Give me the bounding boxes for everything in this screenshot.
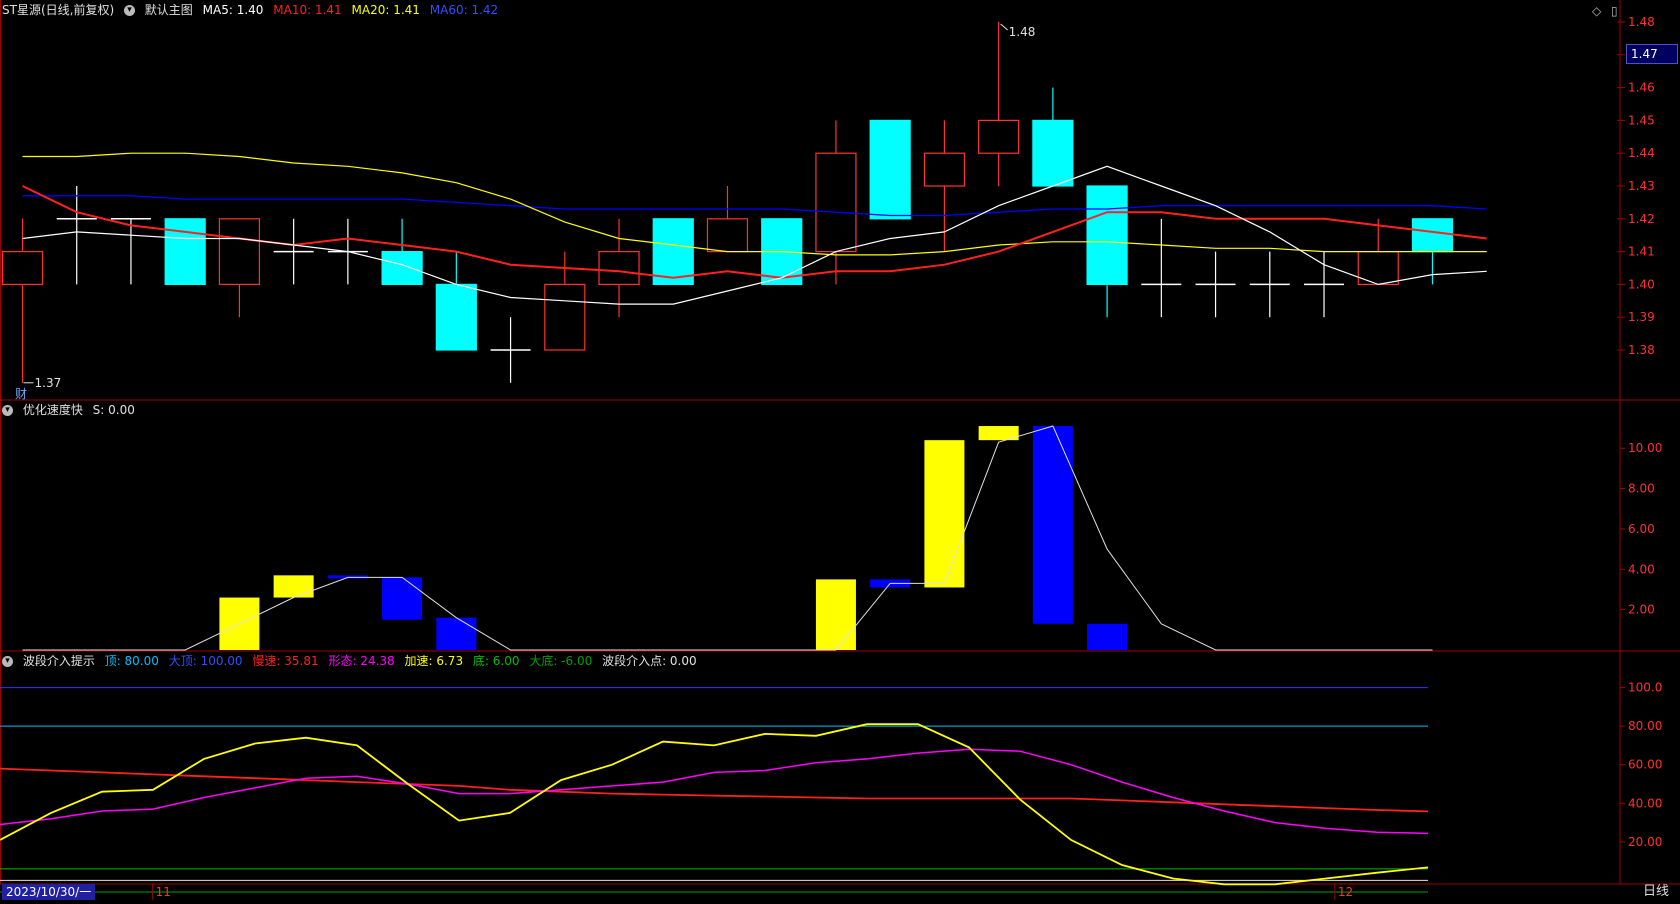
sub2-tick-label: 40.00 — [1628, 796, 1662, 810]
sub1-bar — [273, 575, 314, 598]
sub1-tick-label: 4.00 — [1628, 562, 1655, 576]
candle-body — [1411, 218, 1454, 253]
ma60-value: MA60: 1.42 — [429, 3, 499, 17]
candle-body — [869, 119, 911, 220]
candle-body — [218, 218, 261, 286]
template-name[interactable]: 默认主图 — [145, 3, 193, 17]
price-tick-label: 1.38 — [1628, 343, 1655, 357]
candle-body — [1, 251, 44, 286]
sub1-bar — [924, 440, 965, 588]
sub1-tick-label: 6.00 — [1628, 522, 1655, 536]
high-marker-arrow — [1000, 23, 1008, 31]
indicator2-menu-icon[interactable]: ▾ — [2, 656, 13, 667]
bottom-value: 底: 6.00 — [472, 654, 520, 668]
diamond-icon[interactable]: ◇ — [1592, 4, 1601, 18]
sub2-tick-label: 60.00 — [1628, 758, 1662, 772]
sub1-header: ▾ 优化速度快 S: 0.00 — [2, 400, 141, 420]
slow-value: 慢速: 35.81 — [252, 654, 319, 668]
price-tick-label: 1.40 — [1628, 277, 1655, 291]
candle-body — [598, 251, 640, 286]
price-tick-label: 1.41 — [1628, 245, 1655, 259]
month-label: 11 — [156, 885, 171, 899]
sub1-bar — [1087, 623, 1128, 650]
price-tick-label: 1.43 — [1628, 179, 1655, 193]
window-restore-icon[interactable]: ▯ — [1611, 4, 1618, 18]
price-tick-label: 1.48 — [1628, 15, 1655, 29]
price-tick-label: 1.39 — [1628, 310, 1655, 324]
entry-value: 波段介入点: 0.00 — [602, 654, 697, 668]
main-chart-header: ST星源(日线,前复权) ▾ 默认主图 MA5: 1.40 MA10: 1.41… — [2, 0, 504, 20]
sub1-bar — [382, 577, 423, 620]
period-label[interactable]: 日线 — [1643, 884, 1669, 900]
price-tick-label: 1.45 — [1628, 113, 1655, 127]
candle-body — [435, 283, 477, 351]
indicator-name[interactable]: 优化速度快 — [23, 403, 83, 417]
indicator-value: S: 0.00 — [92, 403, 135, 417]
sub2-tick-label: 20.00 — [1628, 835, 1662, 849]
sub1-tick-label: 10.00 — [1628, 441, 1662, 455]
stock-chart-canvas[interactable]: 1.48 1.47 1.46 1.45 1.44 1.43 1.42 1.41 1.40 1.39… — [0, 0, 1680, 904]
price-tick-label: 1.42 — [1628, 212, 1655, 226]
candle-body — [652, 218, 694, 286]
date-cursor-label: 2023/10/30/一 — [2, 884, 96, 900]
accel-value: 加速: 6.73 — [404, 654, 464, 668]
candle-body — [544, 283, 586, 351]
big-bottom-value: 大底: -6.00 — [529, 654, 593, 668]
sub1-bar — [1032, 426, 1073, 624]
sub1-tick-label: 8.00 — [1628, 482, 1655, 496]
finance-marker: 财 — [15, 387, 27, 401]
indicator2-name[interactable]: 波段介入提示 — [23, 654, 95, 668]
candle-body — [706, 218, 749, 253]
ma60-line — [22, 195, 1487, 217]
sub2-tick-label: 100.0 — [1628, 681, 1662, 695]
price-tick-label: 1.46 — [1628, 81, 1655, 95]
top-value: 顶: 80.00 — [104, 654, 159, 668]
ma5-value: MA5: 1.40 — [202, 3, 264, 17]
current-price-tag: 1.47 — [1626, 44, 1678, 64]
sub1-tick-label: 2.00 — [1628, 603, 1655, 617]
price-tick-label: 1.44 — [1628, 146, 1655, 160]
high-price-marker: 1.48 — [1009, 25, 1036, 39]
shape-value: 形态: 24.38 — [328, 654, 395, 668]
candle-body — [978, 119, 1020, 154]
ma10-value: MA10: 1.41 — [273, 3, 342, 17]
chart-menu-icon[interactable]: ▾ — [123, 5, 135, 16]
candle-body — [164, 218, 206, 286]
month-label: 12 — [1338, 885, 1353, 899]
sub2-header: ▾ 波段介入提示 顶: 80.00 大顶: 100.00 慢速: 35.81 形… — [2, 651, 703, 671]
big-top-value: 大顶: 100.00 — [168, 654, 243, 668]
candle-body — [815, 152, 857, 253]
indicator-menu-icon[interactable]: ▾ — [2, 405, 13, 416]
candle-body — [923, 152, 966, 187]
sub2-tick-label: 80.00 — [1628, 719, 1662, 733]
sub1-bar — [815, 579, 856, 650]
sub1-bar — [436, 617, 477, 650]
low-price-marker: 1.37 — [35, 376, 62, 390]
candle-body — [1032, 119, 1074, 187]
candle-body — [1086, 185, 1128, 286]
slow-line — [0, 767, 1429, 813]
shape-line — [0, 748, 1429, 835]
candle-body — [381, 251, 423, 286]
ma20-value: MA20: 1.41 — [351, 3, 420, 17]
stock-title[interactable]: ST星源(日线,前复权) — [2, 3, 114, 17]
